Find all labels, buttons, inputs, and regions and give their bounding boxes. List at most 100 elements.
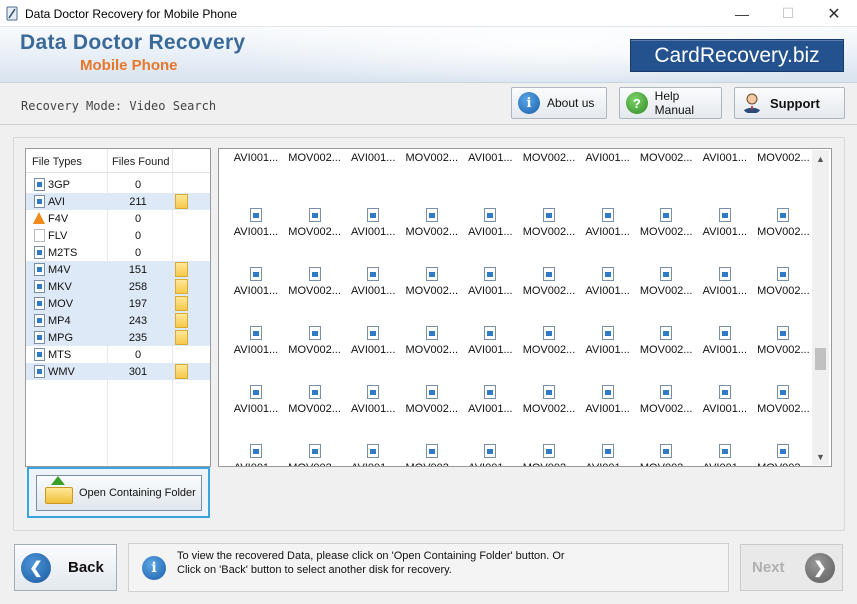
file-type-row[interactable]: MKV 258 xyxy=(26,278,210,295)
file-type-row[interactable]: WMV 301 xyxy=(26,363,210,380)
recovered-file-item[interactable]: MOV002... xyxy=(519,352,579,415)
video-file-icon xyxy=(718,444,731,458)
recovered-file-item[interactable]: MOV002... xyxy=(753,411,813,466)
recovered-file-item[interactable]: MOV002... xyxy=(519,234,579,297)
video-file-icon xyxy=(250,444,262,458)
minimize-button[interactable]: — xyxy=(719,0,765,27)
video-file-icon xyxy=(34,297,45,310)
recovered-file-item[interactable]: AVI001... xyxy=(460,411,520,466)
recovered-file-item[interactable]: AVI001... xyxy=(578,352,638,415)
recovered-file-item[interactable]: MOV002... xyxy=(636,411,696,466)
video-file-icon xyxy=(484,208,497,222)
file-type-row[interactable]: MP4 243 xyxy=(26,312,210,329)
info-icon: i xyxy=(142,556,166,580)
back-button[interactable]: ❮ Back xyxy=(14,544,117,591)
file-type-row[interactable]: MPG 235 xyxy=(26,329,210,346)
recovered-file-item[interactable]: MOV002... xyxy=(753,234,813,297)
recovered-file-item[interactable]: MOV002... xyxy=(402,411,462,466)
recovered-file-item[interactable]: MOV002... xyxy=(636,175,696,238)
recovered-file-item[interactable]: AVI001... xyxy=(695,352,755,415)
folder-icon[interactable] xyxy=(175,330,188,345)
files-found-count: 258 xyxy=(128,281,148,293)
recovered-file-item[interactable]: MOV002... xyxy=(285,234,345,297)
file-type-row[interactable]: M2TS 0 xyxy=(26,244,210,261)
folder-icon[interactable] xyxy=(175,313,188,328)
recovered-file-item[interactable]: AVI001... xyxy=(343,293,403,356)
file-type-row[interactable]: M4V 151 xyxy=(26,261,210,278)
recovered-file-item[interactable]: AVI001... xyxy=(460,234,520,297)
recovered-file-item[interactable]: AVI001... xyxy=(578,234,638,297)
video-file-icon xyxy=(250,326,262,340)
video-file-icon xyxy=(543,444,555,458)
recovered-file-item[interactable]: MOV002... xyxy=(519,293,579,356)
recovered-file-item[interactable]: AVI001... xyxy=(343,234,403,297)
recovered-file-item[interactable]: MOV002... xyxy=(519,411,579,466)
recovered-file-item[interactable]: MOV002... xyxy=(285,352,345,415)
file-type-row[interactable]: 3GP 0 xyxy=(26,176,210,193)
video-file-icon xyxy=(543,326,555,340)
close-button[interactable]: ✕ xyxy=(811,0,857,27)
recovered-file-item[interactable]: AVI001... xyxy=(578,175,638,238)
recovered-file-item[interactable]: MOV002... xyxy=(402,293,462,356)
files-vertical-scrollbar[interactable]: ▲ ▼ xyxy=(812,150,829,465)
file-type-row[interactable]: FLV 0 xyxy=(26,227,210,244)
file-types-list[interactable]: File Types Files Found 3GP 0 AVI 211 F4V 0 FLV… xyxy=(25,148,211,467)
recovered-file-item[interactable]: MOV002... xyxy=(402,352,462,415)
scroll-thumb[interactable] xyxy=(815,348,826,370)
recovered-file-item[interactable]: MOV002... xyxy=(285,293,345,356)
file-type-row[interactable]: AVI 211 xyxy=(26,193,210,210)
video-file-icon xyxy=(367,385,380,399)
recovered-file-item[interactable]: MOV002... xyxy=(753,293,813,356)
about-us-button[interactable]: i About us xyxy=(511,87,607,119)
recovered-file-item[interactable]: AVI001... xyxy=(695,411,755,466)
folder-icon[interactable] xyxy=(175,262,188,277)
video-file-icon xyxy=(718,208,731,222)
support-button[interactable]: Support xyxy=(734,87,845,119)
folder-icon[interactable] xyxy=(175,279,188,294)
recovered-file-item[interactable]: AVI001... xyxy=(226,352,286,415)
video-file-icon xyxy=(660,444,673,458)
recovered-file-item[interactable]: AVI001... xyxy=(695,293,755,356)
recovered-file-item[interactable]: AVI001... xyxy=(578,293,638,356)
recovered-file-item[interactable]: AVI001... xyxy=(695,234,755,297)
next-button[interactable]: Next ❯ xyxy=(740,544,843,591)
recovered-file-item[interactable]: AVI001... xyxy=(226,411,286,466)
recovered-file-item[interactable]: MOV002... xyxy=(285,411,345,466)
recovered-file-item[interactable]: MOV002... xyxy=(636,234,696,297)
recovered-file-item[interactable]: AVI001... xyxy=(695,175,755,238)
recovered-file-item[interactable]: AVI001... xyxy=(226,293,286,356)
recovered-file-item[interactable]: AVI001... xyxy=(343,352,403,415)
recovered-file-item[interactable]: MOV002... xyxy=(636,352,696,415)
folder-icon[interactable] xyxy=(175,364,188,379)
open-containing-folder-button[interactable]: Open Containing Folder xyxy=(36,475,202,511)
maximize-button[interactable]: ☐ xyxy=(765,0,811,27)
scroll-down-arrow-icon[interactable]: ▼ xyxy=(812,448,829,465)
recovered-file-item[interactable]: AVI001... xyxy=(226,175,286,238)
file-type-row[interactable]: MOV 197 xyxy=(26,295,210,312)
recovered-file-item[interactable]: AVI001... xyxy=(226,234,286,297)
recovered-file-item[interactable]: AVI001... xyxy=(578,411,638,466)
recovered-file-item[interactable]: MOV002... xyxy=(753,175,813,238)
folder-icon[interactable] xyxy=(175,296,188,311)
file-type-row[interactable]: F4V 0 xyxy=(26,210,210,227)
folder-icon[interactable] xyxy=(175,194,188,209)
file-type-row[interactable]: MTS 0 xyxy=(26,346,210,363)
question-icon: ? xyxy=(626,92,648,114)
file-types-header: File Types Files Found xyxy=(26,149,210,173)
recovered-file-item[interactable]: MOV002... xyxy=(753,352,813,415)
recovered-file-item[interactable]: MOV002... xyxy=(285,175,345,238)
recovered-file-item[interactable]: AVI001... xyxy=(460,175,520,238)
video-file-icon xyxy=(777,385,790,399)
recovered-file-item[interactable]: MOV002... xyxy=(519,175,579,238)
recovered-file-item[interactable]: MOV002... xyxy=(636,293,696,356)
recovered-files-grid[interactable]: AVI001... MOV002... AVI001... MOV002... AVI0… xyxy=(218,148,832,467)
video-file-icon xyxy=(34,246,45,259)
help-manual-button[interactable]: ? Help Manual xyxy=(619,87,722,119)
recovered-file-item[interactable]: MOV002... xyxy=(402,175,462,238)
scroll-up-arrow-icon[interactable]: ▲ xyxy=(812,150,829,167)
recovered-file-item[interactable]: AVI001... xyxy=(460,352,520,415)
recovered-file-item[interactable]: MOV002... xyxy=(402,234,462,297)
recovered-file-item[interactable]: AVI001... xyxy=(343,175,403,238)
recovered-file-item[interactable]: AVI001... xyxy=(343,411,403,466)
recovered-file-item[interactable]: AVI001... xyxy=(460,293,520,356)
